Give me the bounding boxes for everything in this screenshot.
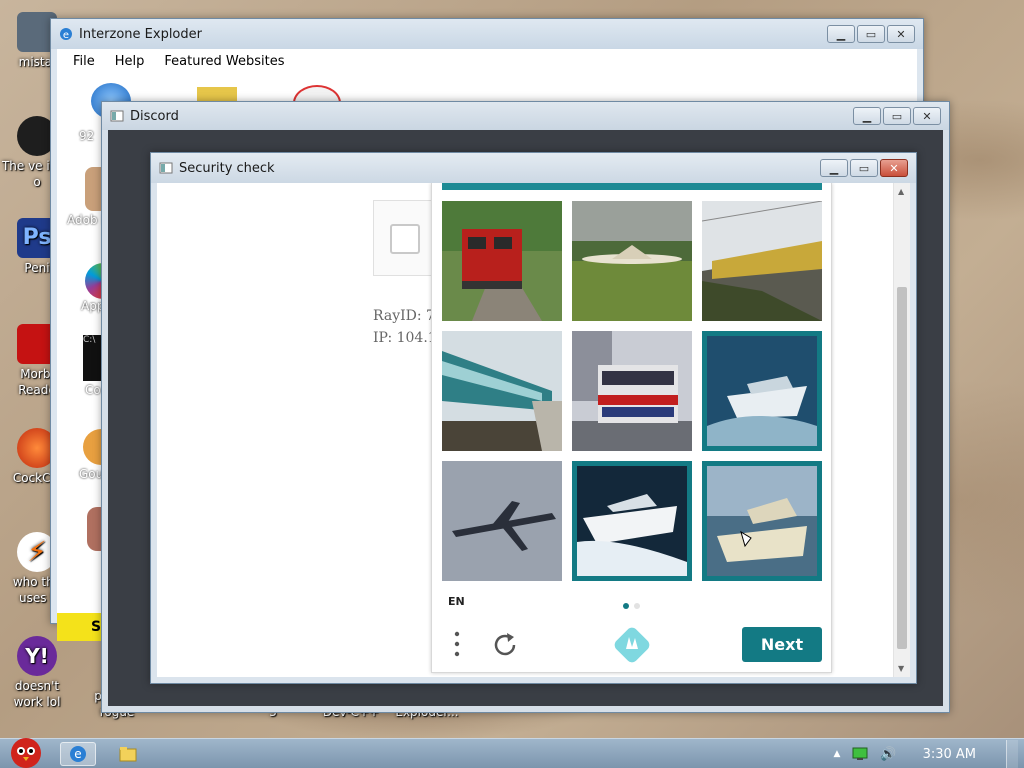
airplane-runway-image — [572, 201, 692, 321]
window-title: Security check — [179, 160, 275, 176]
window-title: Interzone Exploder — [79, 26, 202, 42]
scroll-up-icon[interactable]: ▲ — [898, 187, 904, 196]
icon-label: 92 — [79, 129, 95, 143]
speedboat-image — [577, 466, 687, 576]
next-button[interactable]: Next — [742, 627, 822, 662]
ie-logo-icon: e — [70, 746, 86, 762]
show-desktop-button[interactable] — [1006, 740, 1018, 768]
red-train-image — [442, 201, 562, 321]
hcaptcha-logo-icon[interactable] — [614, 627, 650, 663]
ip-text: IP: 104.1 — [373, 330, 437, 346]
yahoo-messenger-icon: Y! — [17, 636, 57, 676]
airplane-flying-image — [442, 461, 562, 581]
train-platform-image — [702, 201, 822, 321]
teal-train-image — [442, 331, 562, 451]
discord-titlebar[interactable]: Discord — [102, 102, 949, 130]
tile-teal-train[interactable] — [442, 331, 562, 451]
tile-yacht[interactable] — [702, 461, 822, 581]
tile-red-train[interactable] — [442, 201, 562, 321]
tile-speedboat-2[interactable] — [572, 461, 692, 581]
network-icon[interactable] — [852, 747, 868, 761]
security-check-titlebar[interactable]: Security check — [151, 153, 916, 183]
tile-airplane-runway[interactable] — [572, 201, 692, 321]
close-button[interactable]: ✕ — [913, 107, 941, 125]
minimize-button[interactable]: ▁ — [853, 107, 881, 125]
minimize-button[interactable]: ▁ — [820, 159, 848, 177]
trollface-banner[interactable]: S — [57, 613, 105, 641]
hcaptcha-challenge: EN Next — [431, 183, 832, 673]
window-app-icon — [110, 110, 124, 122]
scroll-down-icon[interactable]: ▼ — [898, 664, 904, 673]
icon-label: Gou — [79, 467, 104, 481]
challenge-header — [442, 183, 822, 190]
vertical-scrollbar[interactable]: ▲ ▼ — [893, 183, 910, 677]
security-check-window: Security check ▁ ▭ ✕ RayID: 7 IP: 104.1 — [150, 152, 917, 684]
scroll-thumb[interactable] — [897, 287, 907, 649]
icon-label: Co — [85, 383, 101, 397]
folder-icon — [119, 747, 137, 762]
desktop-icon-6[interactable]: Y! doesn't work lol — [0, 636, 74, 710]
window-app-icon — [159, 162, 173, 174]
maximize-button[interactable]: ▭ — [850, 159, 878, 177]
menu-bar: File Help Featured Websites — [57, 49, 917, 73]
desktop-icon-label: Peni — [24, 261, 50, 275]
svg-text:e: e — [74, 747, 81, 761]
tile-speedboat-1[interactable] — [702, 331, 822, 451]
system-tray: ▲ 🔊 3:30 AM — [833, 739, 1024, 768]
taskbar-ie-button[interactable]: e — [60, 742, 96, 766]
tile-double-decker-bus[interactable] — [572, 331, 692, 451]
page-indicator — [634, 603, 640, 609]
taskbar-explorer-button[interactable] — [110, 742, 146, 766]
menu-featured-websites[interactable]: Featured Websites — [164, 54, 284, 69]
page-indicator-active — [623, 603, 629, 609]
close-button[interactable]: ✕ — [887, 25, 915, 43]
ie-titlebar[interactable]: e Interzone Exploder — [51, 19, 923, 49]
maximize-button[interactable]: ▭ — [857, 25, 885, 43]
refresh-icon[interactable] — [490, 630, 520, 660]
taskbar: e ▲ 🔊 3:30 AM — [0, 738, 1024, 768]
window-title: Discord — [130, 108, 179, 124]
tile-airplane-flying[interactable] — [442, 461, 562, 581]
verify-checkbox[interactable] — [390, 224, 420, 254]
maximize-button[interactable]: ▭ — [883, 107, 911, 125]
volume-icon[interactable]: 🔊 — [880, 747, 896, 762]
ray-id-text: RayID: 7 — [373, 308, 435, 324]
menu-file[interactable]: File — [73, 54, 95, 69]
bus-image — [572, 331, 692, 451]
speedboat-image — [707, 336, 817, 446]
ie-logo-icon: e — [60, 28, 72, 41]
close-button[interactable]: ✕ — [880, 159, 908, 177]
svg-text:e: e — [63, 30, 69, 41]
security-check-content: RayID: 7 IP: 104.1 EN Next ▲ ▼ — [157, 183, 910, 677]
desktop-icon-label: doesn't work lol — [13, 679, 61, 709]
start-button-icon[interactable] — [6, 733, 46, 768]
clock[interactable]: 3:30 AM — [923, 747, 976, 762]
tile-train-platform[interactable] — [702, 201, 822, 321]
more-options-icon[interactable] — [452, 630, 462, 658]
language-selector[interactable]: EN — [448, 595, 465, 608]
menu-help[interactable]: Help — [115, 54, 145, 69]
minimize-button[interactable]: ▁ — [827, 25, 855, 43]
yacht-image — [707, 466, 817, 576]
tray-expand-icon[interactable]: ▲ — [833, 749, 840, 759]
banner-text: S — [91, 619, 102, 635]
